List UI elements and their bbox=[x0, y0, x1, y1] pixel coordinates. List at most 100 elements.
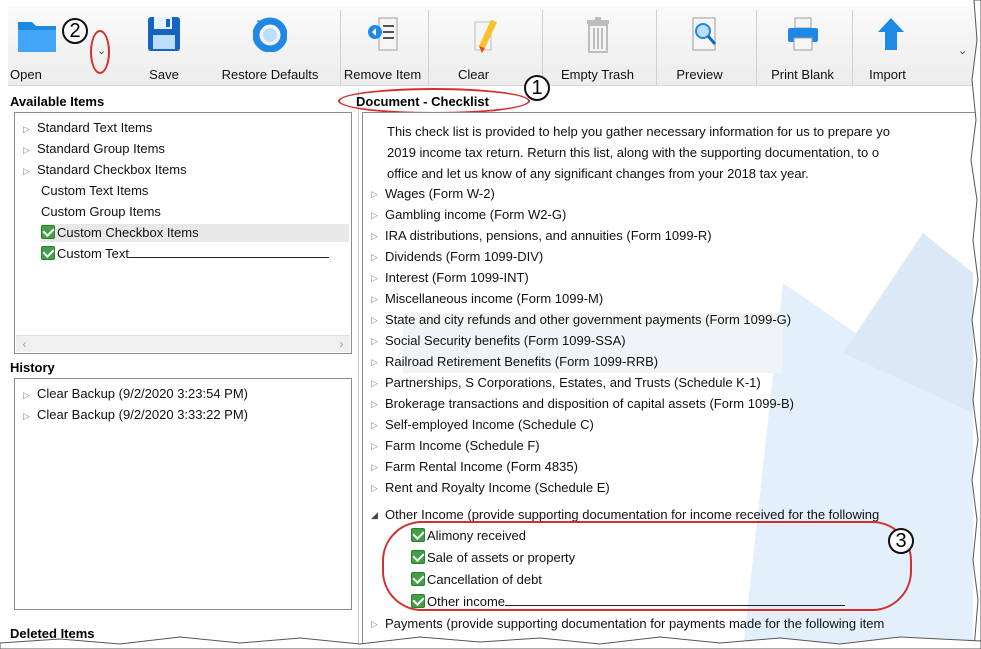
more-chevron-icon[interactable]: ⌄ bbox=[958, 44, 967, 57]
preview-button[interactable]: Preview bbox=[656, 10, 752, 86]
collapse-arrow-icon[interactable]: ◢ bbox=[371, 507, 385, 524]
expand-arrow-icon[interactable]: ▷ bbox=[371, 333, 385, 350]
checklist-item-label: Rent and Royalty Income (Schedule E) bbox=[385, 480, 610, 495]
annotation-ellipse-1 bbox=[338, 88, 530, 114]
clear-label: Clear bbox=[457, 67, 490, 82]
save-button[interactable]: Save bbox=[128, 10, 200, 86]
checklist-item-label: Wages (Form W-2) bbox=[385, 186, 495, 201]
clear-button[interactable]: Clear bbox=[428, 10, 538, 86]
text-blank-line bbox=[129, 246, 330, 258]
preview-icon bbox=[692, 17, 716, 51]
intro-line: office and let us know of any significan… bbox=[387, 166, 809, 181]
expand-arrow-icon[interactable]: ▷ bbox=[371, 417, 385, 434]
checkbox-icon[interactable] bbox=[41, 246, 55, 260]
checklist-item[interactable]: ▷ Gambling income (Form W2-G) bbox=[371, 206, 566, 224]
trash-icon bbox=[586, 17, 609, 53]
expand-arrow-icon[interactable]: ▷ bbox=[23, 120, 37, 138]
checklist-item[interactable]: ▷ Farm Rental Income (Form 4835) bbox=[371, 458, 578, 476]
checklist-item[interactable]: ▷ Rent and Royalty Income (Schedule E) bbox=[371, 479, 610, 497]
checklist-item-label: Other Income (provide supporting documen… bbox=[385, 507, 880, 522]
history-title: History bbox=[10, 360, 55, 375]
save-icon bbox=[148, 17, 180, 51]
checklist-item[interactable]: ▷ Brokerage transactions and disposition … bbox=[371, 395, 794, 413]
annotation-ellipse-3 bbox=[382, 521, 912, 611]
toolbar: Open ⌄ Save Restore Defaults Remove Item… bbox=[8, 6, 981, 86]
checklist-item[interactable]: ▷ Dividends (Form 1099-DIV) bbox=[371, 248, 543, 266]
torn-edge-right bbox=[970, 0, 981, 649]
checklist-item[interactable]: ▷ IRA distributions, pensions, and annuit… bbox=[371, 227, 712, 245]
annotation-number-2: 2 bbox=[62, 18, 88, 44]
intro-line: This check list is provided to help you … bbox=[387, 124, 890, 139]
checklist-item[interactable]: ▷ Self-employed Income (Schedule C) bbox=[371, 416, 594, 434]
expand-arrow-icon[interactable]: ▷ bbox=[371, 438, 385, 455]
panel-divider[interactable] bbox=[358, 90, 359, 649]
checklist-item-label: Brokerage transactions and disposition o… bbox=[385, 396, 794, 411]
checklist-item-label: Partnerships, S Corporations, Estates, a… bbox=[385, 375, 761, 390]
available-items-tree: ▷ Standard Text Items ▷ Standard Group Ite… bbox=[14, 112, 352, 354]
checkbox-icon[interactable] bbox=[41, 225, 55, 239]
checklist-item-label: IRA distributions, pensions, and annuiti… bbox=[385, 228, 712, 243]
checklist-item-label: Farm Income (Schedule F) bbox=[385, 438, 540, 453]
checklist-item[interactable]: ▷ Social Security benefits (Form 1099-SSA… bbox=[371, 332, 626, 350]
checklist-item[interactable]: ▷ Miscellaneous income (Form 1099-M) bbox=[371, 290, 603, 308]
expand-arrow-icon[interactable]: ▷ bbox=[371, 270, 385, 287]
checklist-item[interactable]: ▷ Farm Income (Schedule F) bbox=[371, 437, 540, 455]
checklist-item-label: Gambling income (Form W2-G) bbox=[385, 207, 567, 222]
annotation-ellipse-2 bbox=[90, 30, 110, 74]
checklist-item[interactable]: ▷ State and city refunds and other govern… bbox=[371, 311, 791, 329]
expand-arrow-icon[interactable]: ▷ bbox=[371, 396, 385, 413]
expand-arrow-icon[interactable]: ▷ bbox=[371, 249, 385, 266]
checklist-item[interactable]: ▷ Interest (Form 1099-INT) bbox=[371, 269, 529, 287]
expand-arrow-icon[interactable]: ▷ bbox=[23, 407, 37, 425]
save-label: Save bbox=[149, 67, 179, 82]
expand-arrow-icon[interactable]: ▷ bbox=[371, 354, 385, 371]
annotation-number-3: 3 bbox=[888, 528, 914, 554]
expand-arrow-icon[interactable]: ▷ bbox=[23, 162, 37, 180]
expand-arrow-icon[interactable]: ▷ bbox=[23, 386, 37, 404]
checklist-item-label: Railroad Retirement Benefits (Form 1099-… bbox=[385, 354, 659, 369]
tree-item-custom-group[interactable]: Custom Group Items bbox=[41, 203, 161, 221]
pencil-eraser-icon bbox=[474, 20, 497, 53]
tree-item-standard-checkbox[interactable]: ▷ Standard Checkbox Items bbox=[23, 161, 187, 180]
history-tree: ▷ Clear Backup (9/2/2020 3:23:54 PM) ▷ Cle… bbox=[14, 378, 352, 610]
history-item-label: Clear Backup (9/2/2020 3:23:54 PM) bbox=[37, 386, 249, 401]
history-item[interactable]: ▷ Clear Backup (9/2/2020 3:23:54 PM) bbox=[23, 385, 248, 404]
checklist-item-label: Self-employed Income (Schedule C) bbox=[385, 417, 594, 432]
restore-defaults-button[interactable]: Restore Defaults bbox=[204, 10, 336, 86]
checklist-item-label: Interest (Form 1099-INT) bbox=[385, 270, 529, 285]
import-button[interactable]: Import bbox=[852, 10, 942, 86]
expand-arrow-icon[interactable]: ▷ bbox=[371, 291, 385, 308]
tree-item-label: Custom Text bbox=[57, 246, 130, 261]
expand-arrow-icon[interactable]: ▷ bbox=[371, 312, 385, 329]
expand-arrow-icon[interactable]: ▷ bbox=[371, 459, 385, 476]
tree-item-standard-group[interactable]: ▷ Standard Group Items bbox=[23, 140, 165, 159]
expand-arrow-icon[interactable]: ▷ bbox=[371, 480, 385, 497]
printer-icon bbox=[787, 17, 818, 51]
scroll-left-icon[interactable]: ‹ bbox=[16, 336, 33, 353]
import-label: Import bbox=[869, 67, 906, 82]
expand-arrow-icon[interactable]: ▷ bbox=[371, 186, 385, 203]
checklist-item-label: Farm Rental Income (Form 4835) bbox=[385, 459, 578, 474]
expand-arrow-icon[interactable]: ▷ bbox=[23, 141, 37, 159]
checklist-item[interactable]: ▷ Railroad Retirement Benefits (Form 1099… bbox=[371, 353, 658, 371]
import-arrow-icon bbox=[878, 18, 904, 50]
expand-arrow-icon[interactable]: ▷ bbox=[371, 375, 385, 392]
empty-trash-button[interactable]: Empty Trash bbox=[542, 10, 652, 86]
expand-arrow-icon[interactable]: ▷ bbox=[371, 207, 385, 224]
tree-item-custom-text[interactable]: Custom Text Items bbox=[41, 182, 148, 200]
checklist-item[interactable]: ▷ Partnerships, S Corporations, Estates, … bbox=[371, 374, 761, 392]
tree-item-label: Custom Text Items bbox=[41, 183, 149, 198]
scroll-right-icon[interactable]: › bbox=[333, 336, 350, 353]
tree-item-standard-text[interactable]: ▷ Standard Text Items bbox=[23, 119, 152, 138]
tree-item-custom-text-field[interactable]: Custom Text bbox=[41, 245, 330, 263]
remove-item-icon bbox=[367, 17, 397, 51]
tree-item-label: Standard Checkbox Items bbox=[37, 162, 187, 177]
history-item[interactable]: ▷ Clear Backup (9/2/2020 3:33:22 PM) bbox=[23, 406, 248, 425]
horizontal-scrollbar[interactable]: ‹ › bbox=[16, 335, 350, 352]
expand-arrow-icon[interactable]: ▷ bbox=[371, 228, 385, 245]
tree-item-custom-checkbox[interactable]: Custom Checkbox Items bbox=[41, 224, 349, 242]
tree-item-label: Custom Checkbox Items bbox=[57, 225, 199, 240]
checklist-item[interactable]: ▷ Wages (Form W-2) bbox=[371, 185, 495, 203]
torn-edge-bottom bbox=[0, 636, 981, 649]
restore-defaults-label: Restore Defaults bbox=[221, 67, 319, 82]
